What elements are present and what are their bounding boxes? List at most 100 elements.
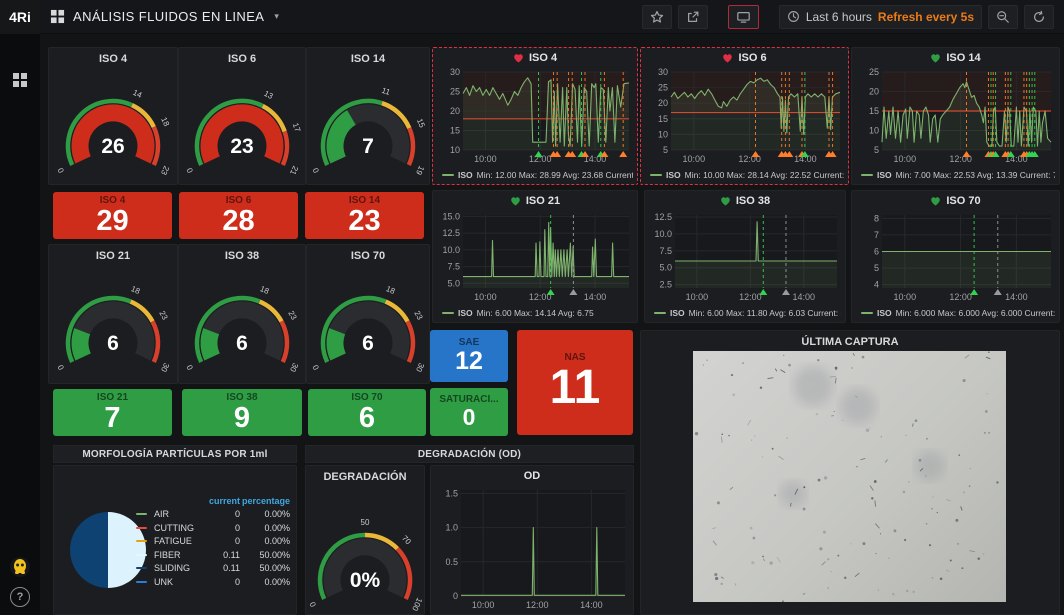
svg-text:12:00: 12:00 [949,292,972,302]
svg-text:20: 20 [450,106,460,116]
stat-iso21[interactable]: ISO 21 7 [53,389,172,436]
pie-legend-row[interactable]: UNK00.00% [136,575,290,589]
dashboard-title-dropdown[interactable]: ANÁLISIS FLUIDOS EN LINEA ▾ [50,9,279,24]
dashboard-title: ANÁLISIS FLUIDOS EN LINEA [73,9,264,24]
svg-text:18: 18 [130,284,142,296]
panel-title[interactable]: ISO 70 [852,191,1059,211]
chart-legend[interactable]: ISO Min: 6.00 Max: 11.80 Avg: 6.03 Curre… [654,306,841,320]
svg-text:10: 10 [658,129,668,139]
panel-title[interactable]: OD [431,466,633,486]
svg-text:10.0: 10.0 [442,245,460,255]
chart-legend[interactable]: ISO Min: 7.00 Max: 22.53 Avg: 13.39 Curr… [861,168,1055,182]
stat-sae[interactable]: SAE 12 [430,330,508,382]
svg-text:6: 6 [362,332,374,355]
stat-value: 7 [104,404,120,434]
svg-text:7.5: 7.5 [447,262,460,272]
svg-text:14:00: 14:00 [584,292,607,302]
sidebar-item-dashboards[interactable] [0,72,40,88]
svg-text:13: 13 [262,89,275,101]
svg-text:23: 23 [159,164,171,176]
stat-iso6[interactable]: ISO 6 28 [179,192,298,239]
chart-legend[interactable]: ISO Min: 6.000 Max: 6.000 Avg: 6.000 Cur… [861,306,1055,320]
series-color-dash [136,581,147,583]
svg-text:70: 70 [400,534,413,547]
refresh-interval-label: Refresh every 5s [878,10,974,24]
svg-text:0: 0 [56,363,66,371]
panel-title[interactable]: ISO 6 [641,48,848,68]
panel-gauge-iso4: ISO 4 014182326 [48,47,178,185]
time-range-picker[interactable]: Last 6 hours Refresh every 5s [779,5,982,29]
share-button[interactable] [678,5,708,29]
svg-text:5.0: 5.0 [447,278,460,288]
svg-text:100: 100 [410,596,424,612]
pie-legend-row[interactable]: FIBER0.1150.00% [136,548,290,562]
series-color-dash [654,312,666,314]
svg-text:5.0: 5.0 [659,263,672,273]
svg-text:0%: 0% [350,569,381,592]
row-header-degradacion[interactable]: DEGRADACIÓN (OD) [305,445,634,463]
microscopy-capture-image [693,351,1006,602]
chart-legend[interactable]: ISO Min: 6.00 Max: 14.14 Avg: 6.75 [442,306,633,320]
svg-text:10:00: 10:00 [894,154,917,164]
panel-title[interactable]: ISO 6 [179,48,305,65]
time-range-label: Last 6 hours [806,10,872,24]
svg-text:30: 30 [159,361,171,373]
clock-icon [787,10,800,23]
star-button[interactable] [642,5,672,29]
svg-text:0: 0 [308,600,318,608]
panel-title[interactable]: ISO 14 [852,48,1059,68]
pie-legend-row[interactable]: AIR00.00% [136,508,290,522]
series-color-dash [136,513,147,515]
stat-iso70[interactable]: ISO 70 6 [308,389,426,436]
row-header-morfologia[interactable]: MORFOLOGÍA PARTÍCULAS POR 1ml [53,445,297,463]
refresh-button[interactable] [1024,5,1054,29]
panel-title[interactable]: ISO 4 [433,48,637,68]
chart-legend[interactable]: ISO Min: 10.00 Max: 28.14 Avg: 22.52 Cur… [650,168,844,182]
svg-text:18: 18 [259,284,271,296]
svg-text:15: 15 [415,117,427,129]
user-avatar[interactable] [9,556,31,578]
stat-saturacion[interactable]: SATURACI... 0 [430,388,508,436]
pie-legend-row[interactable]: SLIDING0.1150.00% [136,562,290,576]
stat-iso4[interactable]: ISO 4 29 [53,192,172,239]
help-button[interactable]: ? [10,587,30,607]
panel-gauge-iso21: ISO 21 01823306 [48,244,178,384]
svg-text:1.5: 1.5 [445,488,458,498]
top-navbar: ANÁLISIS FLUIDOS EN LINEA ▾ Last 6 hours [40,0,1064,34]
panel-title[interactable]: ISO 4 [49,48,177,65]
panel-title[interactable]: ISO 21 [433,191,637,211]
svg-text:15.0: 15.0 [442,211,460,221]
panel-title[interactable]: ISO 14 [307,48,429,65]
svg-text:12:00: 12:00 [526,600,549,610]
panel-title[interactable]: ISO 21 [49,245,177,262]
tv-cycle-button[interactable] [728,5,759,29]
stat-value: 29 [96,207,128,237]
panel-title[interactable]: DEGRADACIÓN [306,466,424,483]
stat-iso14[interactable]: ISO 14 23 [305,192,424,239]
svg-text:5: 5 [874,263,879,273]
app-logo[interactable]: 4Ri [0,0,40,34]
panel-degradacion-gauge: DEGRADACIÓN 050701000% [305,465,425,615]
panel-title[interactable]: ISO 70 [307,245,429,262]
pie-legend-row[interactable]: CUTTING00.00% [136,521,290,535]
panel-title[interactable]: ISO 38 [645,191,845,211]
chart-legend[interactable]: ISO Min: 12.00 Max: 28.99 Avg: 23.68 Cur… [442,168,633,182]
stat-value: 0 [463,406,476,429]
panel-title[interactable]: ÚLTIMA CAPTURA [641,331,1059,348]
zoom-out-button[interactable] [988,5,1018,29]
panel-morfologia-pie: currentpercentage AIR00.00% CUTTING00.00… [53,465,297,615]
stat-value: 12 [455,349,483,375]
stat-nas[interactable]: NAS 11 [517,330,633,435]
pie-legend-row[interactable]: FATIGUE00.00% [136,535,290,549]
svg-text:12.5: 12.5 [654,212,672,222]
panel-title[interactable]: ISO 38 [179,245,305,262]
svg-text:1.0: 1.0 [445,523,458,533]
stat-iso38[interactable]: ISO 38 9 [182,389,302,436]
svg-text:0: 0 [311,166,321,174]
ok-heart-icon [930,196,941,207]
gauge-iso4: 014182326 [48,74,178,180]
svg-text:12:00: 12:00 [739,292,762,302]
svg-text:18: 18 [159,116,171,128]
svg-text:30: 30 [288,361,300,373]
svg-text:25: 25 [450,87,460,97]
